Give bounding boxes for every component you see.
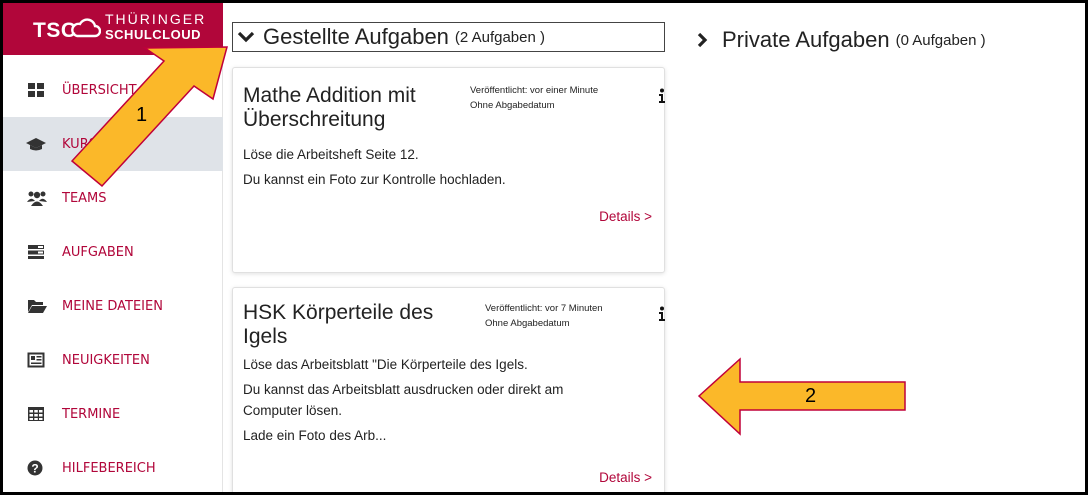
cloud-logo-icon	[71, 18, 101, 38]
brand-logo[interactable]: TSC THÜRINGER SCHULCLOUD	[3, 3, 223, 55]
brand-short: TSC	[33, 19, 77, 42]
task-published: Veröffentlicht: vor einer Minute	[470, 85, 599, 96]
private-tasks-title: Private Aufgaben	[722, 27, 890, 52]
svg-text:?: ?	[31, 462, 38, 476]
folder-open-icon	[28, 300, 47, 313]
task-description-line: Löse die Arbeitsheft Seite 12.	[243, 147, 419, 162]
task-details-link[interactable]: Details >	[599, 209, 652, 224]
sidebar-item-termine[interactable]: TERMINE	[3, 387, 223, 441]
sidebar-item-label: KURSE	[62, 136, 106, 152]
sidebar-item-label: ÜBERSICHT	[62, 82, 137, 98]
app-window: TSC THÜRINGER SCHULCLOUD ÜBERSICHT KURSE	[3, 3, 1085, 492]
info-icon[interactable]	[658, 306, 666, 322]
sidebar-item-neuigkeiten[interactable]: NEUIGKEITEN	[3, 333, 223, 387]
brand-line1: THÜRINGER	[105, 11, 207, 27]
task-details-link[interactable]: Details >	[599, 470, 652, 485]
task-published: Veröffentlicht: vor 7 Minuten	[485, 303, 603, 314]
task-description-line: Du kannst ein Foto zur Kontrolle hochlad…	[243, 172, 506, 187]
annotation-label-2: 2	[805, 385, 817, 407]
task-title: Mathe Addition mit Überschreitung	[243, 84, 416, 131]
private-tasks-count: (0 Aufgaben )	[895, 31, 986, 49]
sidebar: TSC THÜRINGER SCHULCLOUD ÜBERSICHT KURSE	[3, 3, 223, 492]
assigned-tasks-toggle[interactable]: Gestellte Aufgaben (2 Aufgaben )	[232, 22, 665, 52]
info-icon[interactable]	[658, 88, 666, 104]
tasks-icon	[28, 245, 44, 259]
task-description-line: Löse das Arbeitsblatt "Die Körperteile d…	[243, 357, 528, 372]
task-deadline: Ohne Abgabedatum	[485, 318, 570, 329]
sidebar-item-label: NEUIGKEITEN	[62, 352, 150, 368]
sidebar-item-meine-dateien[interactable]: MEINE DATEIEN	[3, 279, 223, 333]
newspaper-icon	[27, 352, 45, 368]
task-description-line: Lade ein Foto des Arb...	[243, 428, 387, 443]
sidebar-item-teams[interactable]: TEAMS	[3, 171, 223, 225]
brand-line2: SCHULCLOUD	[105, 27, 201, 42]
question-circle-icon: ?	[27, 460, 43, 476]
task-description-line: Du kannst das Arbeitsblatt ausdrucken od…	[243, 382, 564, 397]
sidebar-item-label: AUFGABEN	[62, 244, 134, 260]
task-deadline: Ohne Abgabedatum	[470, 100, 555, 111]
private-tasks-toggle[interactable]: Private Aufgaben (0 Aufgaben )	[696, 27, 986, 53]
task-title: HSK Körperteile des Igels	[243, 301, 434, 348]
chevron-down-icon	[237, 31, 255, 43]
task-card[interactable]: HSK Körperteile des Igels Veröffentlicht…	[232, 287, 665, 492]
graduation-cap-icon	[26, 138, 46, 151]
sidebar-item-label: HILFEBEREICH	[62, 460, 156, 476]
assigned-tasks-title: Gestellte Aufgaben	[263, 24, 449, 49]
sidebar-item-label: TEAMS	[62, 190, 107, 206]
users-icon	[27, 191, 47, 206]
sidebar-item-kurse[interactable]: KURSE	[3, 117, 223, 171]
task-description-line: Computer lösen.	[243, 403, 343, 418]
annotation-label-1: 1	[136, 104, 148, 126]
assigned-tasks-count: (2 Aufgaben )	[454, 28, 545, 46]
task-card[interactable]: Mathe Addition mit Überschreitung Veröff…	[232, 67, 665, 273]
sidebar-item-aufgaben[interactable]: AUFGABEN	[3, 225, 223, 279]
sidebar-item-label: MEINE DATEIEN	[62, 298, 163, 314]
sidebar-item-label: TERMINE	[62, 406, 121, 422]
calendar-grid-icon	[28, 407, 44, 421]
sidebar-item-uebersicht[interactable]: ÜBERSICHT	[3, 63, 223, 117]
sidebar-item-hilfebereich[interactable]: ? HILFEBEREICH	[3, 441, 223, 492]
dashboard-icon	[28, 83, 44, 97]
chevron-right-icon	[697, 32, 708, 48]
